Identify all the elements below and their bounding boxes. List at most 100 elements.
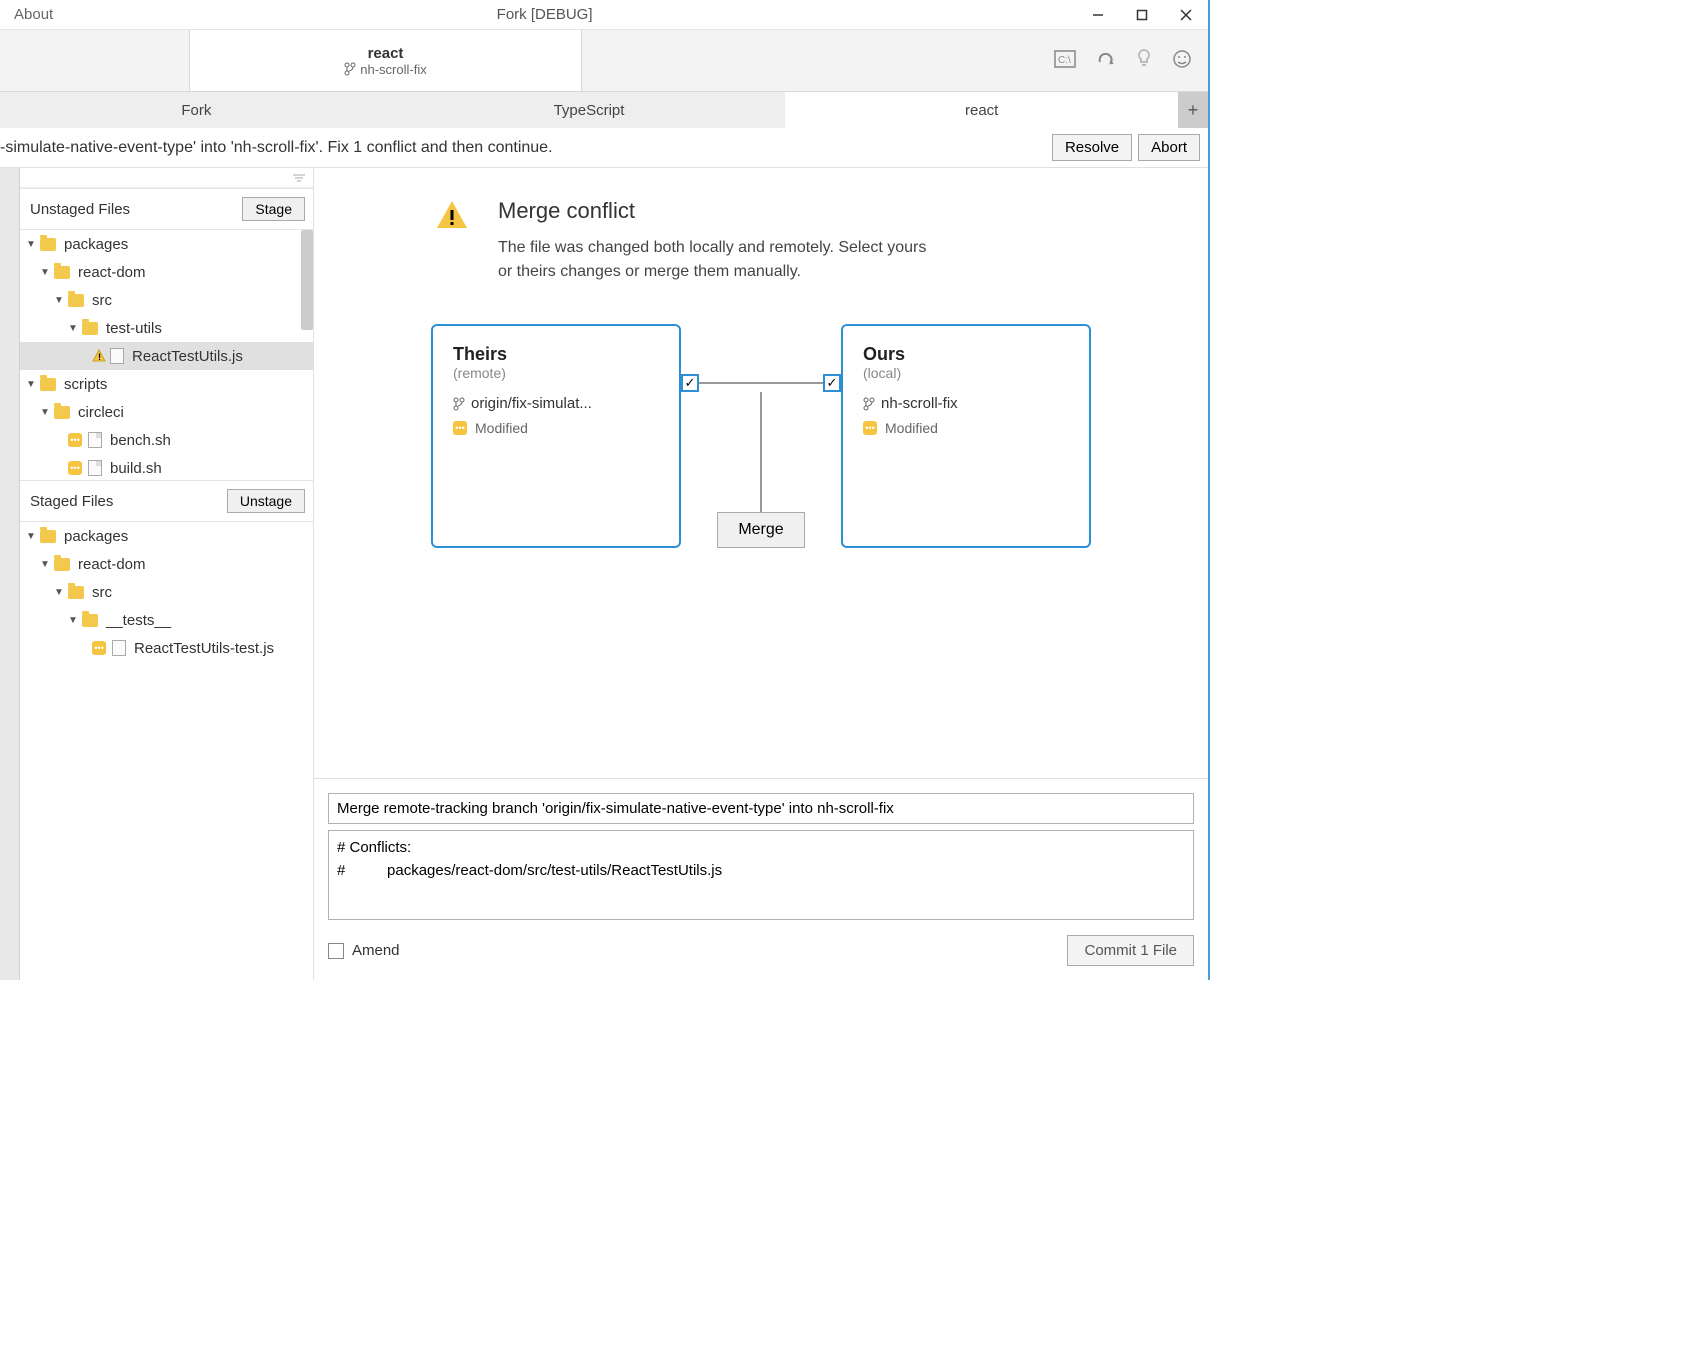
staged-tree: ▼packages ▼react-dom ▼src ▼__tests__ •••…: [20, 522, 313, 980]
modified-badge-icon: •••: [863, 421, 877, 435]
secondary-tabs: Fork TypeScript react +: [0, 92, 1208, 128]
repo-branch: nh-scroll-fix: [344, 62, 426, 77]
stage-button[interactable]: Stage: [242, 197, 305, 221]
maximize-button[interactable]: [1120, 0, 1164, 30]
conflict-view: Merge conflict The file was changed both…: [314, 168, 1208, 778]
branch-icon: [344, 62, 356, 76]
amend-checkbox[interactable]: [328, 943, 344, 959]
minimize-button[interactable]: [1076, 0, 1120, 30]
modified-badge-icon: •••: [92, 641, 106, 655]
file-sidebar: Unstaged Files Stage ▼packages ▼react-do…: [20, 168, 314, 980]
add-tab-button[interactable]: +: [1178, 92, 1208, 128]
tree-folder[interactable]: ▼__tests__: [20, 606, 313, 634]
ours-checkbox[interactable]: ✓: [823, 374, 841, 392]
tree-file-conflict[interactable]: ! ReactTestUtils.js: [20, 342, 313, 370]
theirs-subtitle: (remote): [453, 365, 659, 381]
tab-typescript[interactable]: TypeScript: [393, 92, 786, 128]
theirs-branch: origin/fix-simulat...: [471, 395, 592, 412]
unstaged-header: Unstaged Files Stage: [20, 188, 313, 230]
window-title: Fork [DEBUG]: [13, 6, 1076, 23]
filter-row[interactable]: [20, 168, 313, 188]
theirs-card[interactable]: Theirs (remote) origin/fix-simulat... ••…: [431, 324, 681, 548]
tab-react[interactable]: react: [785, 92, 1178, 128]
staged-header: Staged Files Unstage: [20, 480, 313, 522]
commit-subject-input[interactable]: [328, 793, 1194, 824]
repo-name: react: [368, 45, 404, 62]
tree-folder[interactable]: ▼react-dom: [20, 258, 313, 286]
js-file-icon: [112, 640, 126, 656]
svg-text:!: !: [98, 352, 101, 362]
filter-icon: [293, 173, 305, 183]
ours-subtitle: (local): [863, 365, 1069, 381]
right-pane: Merge conflict The file was changed both…: [314, 168, 1208, 980]
merge-button[interactable]: Merge: [717, 512, 804, 548]
ours-title: Ours: [863, 344, 1069, 365]
ours-status: Modified: [885, 420, 938, 436]
folder-icon: [82, 322, 98, 335]
folder-icon: [54, 558, 70, 571]
svg-text:C:\: C:\: [1058, 55, 1071, 66]
theirs-title: Theirs: [453, 344, 659, 365]
abort-button[interactable]: Abort: [1138, 134, 1200, 161]
repo-tab-strip: react nh-scroll-fix C:\: [0, 30, 1208, 92]
conflict-description: The file was changed both locally and re…: [498, 236, 928, 284]
tree-folder[interactable]: ▼circleci: [20, 398, 313, 426]
folder-icon: [68, 294, 84, 307]
folder-icon: [40, 378, 56, 391]
lightbulb-icon[interactable]: [1136, 48, 1152, 73]
folder-icon: [54, 266, 70, 279]
tab-filler: [0, 30, 190, 91]
branch-icon: [863, 397, 875, 411]
commit-button[interactable]: Commit 1 File: [1067, 935, 1194, 966]
unstage-button[interactable]: Unstage: [227, 489, 305, 513]
terminal-icon[interactable]: C:\: [1054, 50, 1076, 71]
modified-badge-icon: •••: [68, 461, 82, 475]
unstaged-title: Unstaged Files: [30, 201, 130, 218]
tree-file[interactable]: •••ReactTestUtils-test.js: [20, 634, 313, 662]
close-button[interactable]: [1164, 0, 1208, 30]
commit-area: Amend Commit 1 File: [314, 778, 1208, 980]
scrollbar-thumb[interactable]: [301, 230, 313, 330]
commit-body-input[interactable]: [328, 830, 1194, 920]
folder-icon: [40, 530, 56, 543]
theirs-status: Modified: [475, 420, 528, 436]
repo-tab-active[interactable]: react nh-scroll-fix: [190, 30, 582, 91]
amend-label: Amend: [352, 942, 400, 959]
folder-icon: [68, 586, 84, 599]
ours-branch: nh-scroll-fix: [881, 395, 958, 412]
unstaged-tree: ▼packages ▼react-dom ▼src ▼test-utils ! …: [20, 230, 313, 480]
file-icon: [88, 460, 102, 476]
tree-folder[interactable]: ▼packages: [20, 522, 313, 550]
tree-folder[interactable]: ▼test-utils: [20, 314, 313, 342]
resolve-button[interactable]: Resolve: [1052, 134, 1132, 161]
warning-icon: !: [92, 349, 106, 363]
folder-icon: [82, 614, 98, 627]
js-file-icon: [110, 348, 124, 364]
staged-title: Staged Files: [30, 493, 113, 510]
theirs-checkbox[interactable]: ✓: [681, 374, 699, 392]
warning-icon: [434, 198, 470, 234]
tree-folder[interactable]: ▼scripts: [20, 370, 313, 398]
tree-file[interactable]: •••build.sh: [20, 454, 313, 480]
tree-folder[interactable]: ▼src: [20, 286, 313, 314]
merge-banner: -simulate-native-event-type' into 'nh-sc…: [0, 128, 1208, 168]
conflict-title: Merge conflict: [498, 198, 928, 224]
modified-badge-icon: •••: [453, 421, 467, 435]
tree-file[interactable]: •••bench.sh: [20, 426, 313, 454]
tree-folder[interactable]: ▼src: [20, 578, 313, 606]
branch-icon: [453, 397, 465, 411]
banner-message: -simulate-native-event-type' into 'nh-sc…: [0, 139, 1052, 157]
title-bar: About Fork [DEBUG]: [0, 0, 1208, 30]
redo-icon[interactable]: [1096, 50, 1116, 71]
folder-icon: [54, 406, 70, 419]
file-icon: [88, 432, 102, 448]
tab-fork[interactable]: Fork: [0, 92, 393, 128]
modified-badge-icon: •••: [68, 433, 82, 447]
folder-icon: [40, 238, 56, 251]
tree-folder[interactable]: ▼react-dom: [20, 550, 313, 578]
feedback-icon[interactable]: [1172, 49, 1192, 72]
merge-connector: ✓ ✓ Merge: [681, 324, 841, 548]
tree-folder[interactable]: ▼packages: [20, 230, 313, 258]
left-gutter: [0, 168, 20, 980]
ours-card[interactable]: Ours (local) nh-scroll-fix ••• Modified: [841, 324, 1091, 548]
